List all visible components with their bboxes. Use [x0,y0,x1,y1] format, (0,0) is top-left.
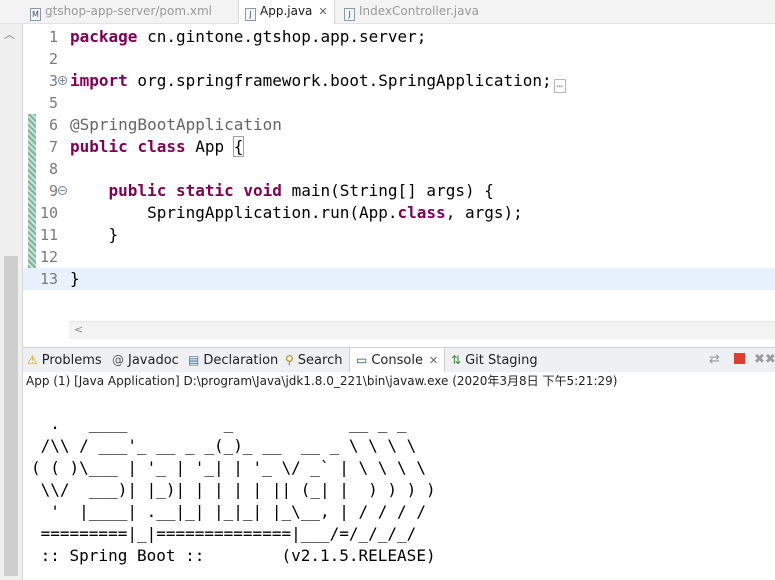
tab-app-java[interactable]: J App.java ✕ [238,0,335,24]
search-icon: ⚲ [285,353,294,367]
editor-horizontal-scrollbar[interactable]: < [69,321,775,339]
code-text: package cn.gintone.gtshop.app.server; [70,27,427,46]
code-text: } [70,269,80,288]
line-number: 6 [48,116,58,134]
tab-label: App.java [260,4,313,18]
line-number: 11 [39,226,58,244]
close-icon[interactable]: ✕ [318,5,327,18]
pin-console-icon[interactable]: ⇄ [709,352,720,368]
code-line[interactable]: 9− public static void main(String[] args… [23,180,775,202]
tab-declaration[interactable]: ▤ Declaration [188,348,278,372]
tab-search[interactable]: ⚲ Search [285,348,342,372]
code-text: public class App { [70,136,245,157]
tab-label: Console [371,353,423,368]
code-text: @SpringBootApplication [70,115,282,134]
console-process-label: App (1) [Java Application] D:\program\Ja… [23,372,775,392]
code-text: SpringApplication.run(App.class, args); [70,203,523,222]
javadoc-icon: @ [112,353,124,367]
terminate-icon[interactable] [734,352,745,368]
remove-all-terminated-icon[interactable]: ✖✖ [754,352,775,368]
tab-label: Problems [41,353,102,368]
code-line[interactable]: 5 [23,92,775,114]
scrollbar-thumb[interactable] [4,256,18,576]
editor-tab-bar: Mgtshop-app-server/pom.xml J App.java ✕ JI… [0,0,775,24]
tab-javadoc[interactable]: @ Javadoc [112,348,179,372]
problems-icon: ⚠ [27,353,38,367]
left-trim-bar: ︿ [0,24,23,580]
console-output-area[interactable]: . ____ _ __ _ _ /\\ / ___'_ __ _ _(_)_ _… [23,392,775,580]
code-editor[interactable]: 1 package cn.gintone.gtshop.app.server; 2 3… [23,24,775,342]
line-number: 3 [48,72,58,90]
declaration-icon: ▤ [188,353,200,367]
code-line[interactable]: 8 [23,158,775,180]
code-line[interactable]: 12 [23,246,775,268]
line-number: 13 [39,270,58,288]
chevron-left-icon[interactable]: < [74,323,83,336]
java-file-icon: J [245,8,256,21]
code-line[interactable]: 1 package cn.gintone.gtshop.app.server; [23,26,775,48]
code-line[interactable]: 10 SpringApplication.run(App.class, args… [23,202,775,224]
collapsed-region-icon[interactable]: … [553,79,566,93]
code-line[interactable]: 11 } [23,224,775,246]
tab-label: Javadoc [128,353,179,368]
tab-label: Search [297,353,343,368]
code-text: } [70,225,119,244]
line-number: 1 [48,28,58,46]
code-line[interactable]: 3 + import org.springframework.boot.Spring… [23,70,775,93]
console-output: . ____ _ __ _ _ /\\ / ___'_ __ _ _(_)_ _… [31,414,436,565]
code-line[interactable]: 7 public class App { [23,136,775,158]
maven-file-icon: M [30,8,41,21]
close-icon[interactable]: ✕ [429,354,438,367]
code-line[interactable]: 6 @SpringBootApplication [23,114,775,136]
tab-label: gtshop-app-server/pom.xml [45,4,213,18]
line-number: 10 [39,204,58,222]
code-text: import org.springframework.boot.SpringAp… [70,70,566,93]
line-number: 5 [48,94,58,112]
line-number: 8 [48,160,58,178]
java-file-icon: J [344,8,355,21]
tab-label: Declaration [203,353,279,368]
line-number: 2 [48,50,58,68]
tab-index-controller-java[interactable]: J IndexController.java [344,0,479,23]
tab-label: Git Staging [465,353,538,368]
line-number: 9 [48,182,58,200]
tab-problems[interactable]: ⚠ Problems [27,348,102,372]
tab-git-staging[interactable]: ⇅ Git Staging [451,348,538,372]
console-icon: ▭ [356,353,368,367]
code-line[interactable]: 13} [23,268,775,290]
panel-tab-bar: ⚠ Problems @ Javadoc ▤ Declaration ⚲ Search … [23,347,775,373]
chevron-up-icon[interactable]: ︿ [4,26,15,42]
line-number: 12 [39,248,58,266]
tab-label: IndexController.java [359,4,479,18]
tab-console[interactable]: ▭ Console ✕ [349,348,446,372]
code-line[interactable]: 2 [23,48,775,70]
collapse-fold-icon[interactable]: − [58,186,67,195]
code-text: public static void main(String[] args) { [108,181,494,200]
line-number: 7 [48,138,58,156]
expand-fold-icon[interactable]: + [58,76,67,85]
tab-pom-xml[interactable]: Mgtshop-app-server/pom.xml [30,0,212,23]
git-staging-icon: ⇅ [451,353,462,367]
